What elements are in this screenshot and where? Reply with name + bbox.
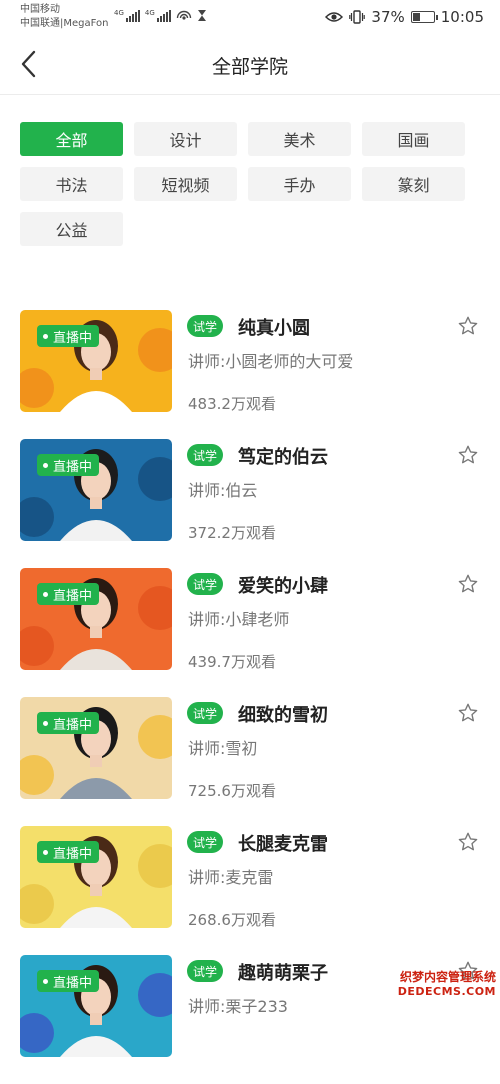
battery-icon [410, 11, 438, 23]
course-thumbnail[interactable]: 直播中 [20, 697, 172, 799]
view-count: 439.7万观看 [188, 653, 276, 671]
status-right: 37% 10:05 [325, 8, 484, 26]
live-dot-icon [43, 462, 48, 468]
watermark-line-2: DEDECMS.COM [397, 985, 496, 998]
category-filter: 全部 设计 美术 国画书法 短视频 手办 篆刻公益 [20, 122, 470, 246]
favorite-star-icon[interactable] [457, 702, 479, 724]
teacher-name: 讲师:伯云 [188, 481, 258, 500]
live-badge: 直播中 [37, 712, 100, 734]
favorite-star-icon[interactable] [457, 831, 479, 853]
teacher-name: 讲师:雪初 [188, 739, 258, 758]
signal-icon: 4G [114, 10, 140, 22]
trial-tag: 试学 [187, 573, 224, 595]
course-thumbnail[interactable]: 直播中 [20, 955, 172, 1057]
hourglass-icon [197, 10, 206, 21]
teacher-name: 讲师:麦克雷 [188, 868, 274, 887]
category-chip[interactable]: 书法 [20, 167, 123, 201]
favorite-star-icon[interactable] [457, 573, 479, 595]
live-dot-icon [43, 978, 48, 984]
category-chip[interactable]: 全部 [20, 122, 123, 156]
clock: 10:05 [440, 8, 484, 26]
live-label: 直播中 [53, 459, 93, 475]
view-count: 483.2万观看 [188, 395, 276, 413]
favorite-star-icon[interactable] [457, 315, 479, 337]
trial-tag: 试学 [187, 444, 224, 466]
course-name[interactable]: 爱笑的小肆 [238, 572, 328, 598]
course-item[interactable]: 直播中 试学 纯真小圆 讲师:小圆老师的大可爱 483.2万观看 [0, 310, 500, 439]
battery-percent: 37% [371, 8, 405, 26]
course-item[interactable]: 直播中 试学 长腿麦克雷 讲师:麦克雷 268.6万观看 [0, 826, 500, 955]
live-label: 直播中 [53, 975, 93, 991]
course-thumbnail[interactable]: 直播中 [20, 826, 172, 928]
course-name[interactable]: 趣萌萌栗子 [238, 959, 328, 985]
live-badge: 直播中 [37, 970, 100, 992]
page-title: 全部学院 [211, 56, 288, 78]
live-dot-icon [43, 591, 48, 597]
watermark: 织梦内容管理系统 DEDECMS.COM [398, 968, 496, 998]
view-count: 372.2万观看 [188, 524, 276, 542]
trial-tag: 试学 [187, 831, 224, 853]
nav-bar: 全部学院 [0, 34, 500, 95]
course-name[interactable]: 长腿麦克雷 [238, 830, 328, 856]
course-thumbnail[interactable]: 直播中 [20, 310, 172, 412]
category-chip[interactable]: 国画 [362, 122, 465, 156]
live-dot-icon [43, 849, 48, 855]
view-count: 268.6万观看 [188, 911, 276, 929]
course-item[interactable]: 直播中 试学 爱笑的小肆 讲师:小肆老师 439.7万观看 [0, 568, 500, 697]
trial-tag: 试学 [187, 702, 224, 724]
live-label: 直播中 [53, 717, 93, 733]
category-chip[interactable]: 短视频 [134, 167, 237, 201]
watermark-line-1: 织梦内容管理系统 [399, 970, 496, 984]
trial-tag: 试学 [187, 960, 224, 982]
course-name[interactable]: 笃定的伯云 [238, 443, 328, 469]
live-badge: 直播中 [37, 841, 100, 863]
course-name[interactable]: 细致的雪初 [238, 701, 328, 727]
course-thumbnail[interactable]: 直播中 [20, 568, 172, 670]
view-count: 725.6万观看 [188, 782, 276, 800]
course-name[interactable]: 纯真小圆 [238, 314, 310, 340]
category-chip[interactable]: 手办 [248, 167, 351, 201]
carrier-1: 中国移动 [20, 4, 60, 15]
course-thumbnail[interactable]: 直播中 [20, 439, 172, 541]
category-chip[interactable]: 篆刻 [362, 167, 465, 201]
network-icons: 4G 4G [114, 8, 207, 22]
live-label: 直播中 [53, 846, 93, 862]
live-badge: 直播中 [37, 454, 100, 476]
signal-icon: 4G [145, 10, 171, 22]
live-dot-icon [43, 333, 48, 339]
eye-icon [325, 12, 344, 22]
trial-tag: 试学 [187, 315, 224, 337]
hotspot-icon [176, 10, 191, 20]
teacher-name: 讲师:小肆老师 [188, 610, 290, 629]
live-badge: 直播中 [37, 325, 100, 347]
teacher-name: 讲师:栗子233 [188, 997, 288, 1016]
live-dot-icon [43, 720, 48, 726]
live-label: 直播中 [53, 330, 93, 346]
category-chip[interactable]: 设计 [134, 122, 237, 156]
status-bar: 中国移动 中国联通|MegaFon 4G 4G 37% 10:05 [0, 0, 500, 34]
live-badge: 直播中 [37, 583, 100, 605]
category-chip[interactable]: 公益 [20, 212, 123, 246]
teacher-name: 讲师:小圆老师的大可爱 [188, 352, 354, 371]
carrier-2: 中国联通|MegaFon [20, 18, 109, 29]
favorite-star-icon[interactable] [457, 444, 479, 466]
category-chip[interactable]: 美术 [248, 122, 351, 156]
carrier-info: 中国移动 中国联通|MegaFon [20, 3, 108, 31]
course-item[interactable]: 直播中 试学 细致的雪初 讲师:雪初 725.6万观看 [0, 697, 500, 826]
live-label: 直播中 [53, 588, 93, 604]
vibrate-icon [349, 10, 366, 24]
course-item[interactable]: 直播中 试学 笃定的伯云 讲师:伯云 372.2万观看 [0, 439, 500, 568]
